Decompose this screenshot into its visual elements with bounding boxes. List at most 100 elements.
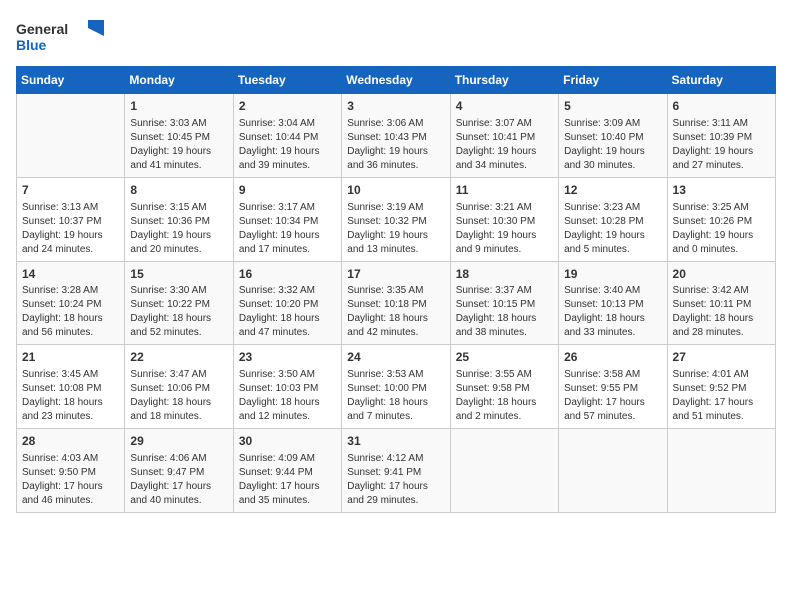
calendar-week-row: 21 Sunrise: 3:45 AM Sunset: 10:08 PM Dayl… <box>17 345 776 429</box>
calendar-table: SundayMondayTuesdayWednesdayThursdayFrid… <box>16 66 776 513</box>
day-number: 21 <box>22 349 119 366</box>
day-number: 1 <box>130 98 227 115</box>
calendar-cell <box>450 429 558 513</box>
calendar-cell: 6 Sunrise: 3:11 AM Sunset: 10:39 PM Dayli… <box>667 94 775 178</box>
calendar-cell: 27 Sunrise: 4:01 AM Sunset: 9:52 PM Dayli… <box>667 345 775 429</box>
calendar-cell: 25Sunrise: 3:55 AM Sunset: 9:58 PM Dayli… <box>450 345 558 429</box>
logo: GeneralBlue <box>16 16 106 56</box>
calendar-cell: 7 Sunrise: 3:13 AM Sunset: 10:37 PM Dayli… <box>17 177 125 261</box>
calendar-cell: 28 Sunrise: 4:03 AM Sunset: 9:50 PM Dayli… <box>17 429 125 513</box>
day-info: Sunrise: 4:09 AM Sunset: 9:44 PM Dayligh… <box>239 452 336 508</box>
day-info: Sunrise: 3:50 AM Sunset: 10:03 PM Daylig… <box>239 368 336 424</box>
calendar-header-row: SundayMondayTuesdayWednesdayThursdayFrid… <box>17 67 776 94</box>
day-number: 5 <box>564 98 661 115</box>
day-number: 4 <box>456 98 553 115</box>
day-info: Sunrise: 3:06 AM Sunset: 10:43 PM Daylig… <box>347 117 444 173</box>
calendar-cell: 13 Sunrise: 3:25 AM Sunset: 10:26 PM Dayl… <box>667 177 775 261</box>
day-info: Sunrise: 3:13 AM Sunset: 10:37 PM Daylig… <box>22 201 119 257</box>
day-number: 23 <box>239 349 336 366</box>
column-header-sunday: Sunday <box>17 67 125 94</box>
calendar-cell: 26 Sunrise: 3:58 AM Sunset: 9:55 PM Dayli… <box>559 345 667 429</box>
day-info: Sunrise: 3:30 AM Sunset: 10:22 PM Daylig… <box>130 284 227 340</box>
day-info: Sunrise: 4:03 AM Sunset: 9:50 PM Dayligh… <box>22 452 119 508</box>
calendar-cell: 31 Sunrise: 4:12 AM Sunset: 9:41 PM Dayli… <box>342 429 450 513</box>
day-info: Sunrise: 3:17 AM Sunset: 10:34 PM Daylig… <box>239 201 336 257</box>
day-info: Sunrise: 3:40 AM Sunset: 10:13 PM Daylig… <box>564 284 661 340</box>
calendar-week-row: 1Sunrise: 3:03 AM Sunset: 10:45 PM Dayli… <box>17 94 776 178</box>
calendar-cell: 10 Sunrise: 3:19 AM Sunset: 10:32 PM Dayl… <box>342 177 450 261</box>
day-number: 18 <box>456 266 553 283</box>
day-number: 7 <box>22 182 119 199</box>
calendar-cell: 18Sunrise: 3:37 AM Sunset: 10:15 PM Dayl… <box>450 261 558 345</box>
day-info: Sunrise: 3:55 AM Sunset: 9:58 PM Dayligh… <box>456 368 553 424</box>
day-number: 12 <box>564 182 661 199</box>
calendar-cell: 29 Sunrise: 4:06 AM Sunset: 9:47 PM Dayli… <box>125 429 233 513</box>
day-info: Sunrise: 3:11 AM Sunset: 10:39 PM Daylig… <box>673 117 770 173</box>
day-number: 16 <box>239 266 336 283</box>
day-info: Sunrise: 3:09 AM Sunset: 10:40 PM Daylig… <box>564 117 661 173</box>
day-number: 10 <box>347 182 444 199</box>
day-info: Sunrise: 3:45 AM Sunset: 10:08 PM Daylig… <box>22 368 119 424</box>
svg-text:Blue: Blue <box>16 37 47 53</box>
calendar-cell: 17Sunrise: 3:35 AM Sunset: 10:18 PM Dayl… <box>342 261 450 345</box>
day-number: 30 <box>239 433 336 450</box>
day-info: Sunrise: 3:28 AM Sunset: 10:24 PM Daylig… <box>22 284 119 340</box>
day-number: 28 <box>22 433 119 450</box>
calendar-cell: 8 Sunrise: 3:15 AM Sunset: 10:36 PM Dayli… <box>125 177 233 261</box>
day-number: 3 <box>347 98 444 115</box>
calendar-cell: 2Sunrise: 3:04 AM Sunset: 10:44 PM Dayli… <box>233 94 341 178</box>
day-number: 14 <box>22 266 119 283</box>
calendar-cell: 16Sunrise: 3:32 AM Sunset: 10:20 PM Dayl… <box>233 261 341 345</box>
calendar-cell: 23 Sunrise: 3:50 AM Sunset: 10:03 PM Dayl… <box>233 345 341 429</box>
calendar-cell: 20Sunrise: 3:42 AM Sunset: 10:11 PM Dayl… <box>667 261 775 345</box>
day-number: 17 <box>347 266 444 283</box>
svg-text:General: General <box>16 21 68 37</box>
day-number: 9 <box>239 182 336 199</box>
day-info: Sunrise: 3:58 AM Sunset: 9:55 PM Dayligh… <box>564 368 661 424</box>
calendar-cell: 21 Sunrise: 3:45 AM Sunset: 10:08 PM Dayl… <box>17 345 125 429</box>
calendar-week-row: 28 Sunrise: 4:03 AM Sunset: 9:50 PM Dayli… <box>17 429 776 513</box>
day-number: 31 <box>347 433 444 450</box>
day-info: Sunrise: 3:07 AM Sunset: 10:41 PM Daylig… <box>456 117 553 173</box>
day-info: Sunrise: 3:25 AM Sunset: 10:26 PM Daylig… <box>673 201 770 257</box>
day-info: Sunrise: 4:06 AM Sunset: 9:47 PM Dayligh… <box>130 452 227 508</box>
day-info: Sunrise: 3:15 AM Sunset: 10:36 PM Daylig… <box>130 201 227 257</box>
day-info: Sunrise: 4:01 AM Sunset: 9:52 PM Dayligh… <box>673 368 770 424</box>
day-number: 22 <box>130 349 227 366</box>
calendar-cell: 4 Sunrise: 3:07 AM Sunset: 10:41 PM Dayli… <box>450 94 558 178</box>
day-info: Sunrise: 3:32 AM Sunset: 10:20 PM Daylig… <box>239 284 336 340</box>
logo-svg: GeneralBlue <box>16 16 106 56</box>
day-number: 15 <box>130 266 227 283</box>
calendar-cell <box>667 429 775 513</box>
day-number: 8 <box>130 182 227 199</box>
column-header-tuesday: Tuesday <box>233 67 341 94</box>
day-info: Sunrise: 3:23 AM Sunset: 10:28 PM Daylig… <box>564 201 661 257</box>
calendar-cell: 14Sunrise: 3:28 AM Sunset: 10:24 PM Dayl… <box>17 261 125 345</box>
column-header-thursday: Thursday <box>450 67 558 94</box>
column-header-monday: Monday <box>125 67 233 94</box>
calendar-cell: 5 Sunrise: 3:09 AM Sunset: 10:40 PM Dayli… <box>559 94 667 178</box>
calendar-week-row: 7 Sunrise: 3:13 AM Sunset: 10:37 PM Dayli… <box>17 177 776 261</box>
day-number: 29 <box>130 433 227 450</box>
day-number: 6 <box>673 98 770 115</box>
day-number: 11 <box>456 182 553 199</box>
calendar-cell: 12 Sunrise: 3:23 AM Sunset: 10:28 PM Dayl… <box>559 177 667 261</box>
day-info: Sunrise: 4:12 AM Sunset: 9:41 PM Dayligh… <box>347 452 444 508</box>
day-info: Sunrise: 3:19 AM Sunset: 10:32 PM Daylig… <box>347 201 444 257</box>
calendar-cell <box>559 429 667 513</box>
calendar-cell: 1Sunrise: 3:03 AM Sunset: 10:45 PM Dayli… <box>125 94 233 178</box>
calendar-cell: 24Sunrise: 3:53 AM Sunset: 10:00 PM Dayl… <box>342 345 450 429</box>
day-number: 26 <box>564 349 661 366</box>
day-number: 13 <box>673 182 770 199</box>
column-header-wednesday: Wednesday <box>342 67 450 94</box>
day-number: 19 <box>564 266 661 283</box>
day-info: Sunrise: 3:21 AM Sunset: 10:30 PM Daylig… <box>456 201 553 257</box>
day-number: 27 <box>673 349 770 366</box>
day-number: 24 <box>347 349 444 366</box>
calendar-cell: 19Sunrise: 3:40 AM Sunset: 10:13 PM Dayl… <box>559 261 667 345</box>
column-header-friday: Friday <box>559 67 667 94</box>
day-info: Sunrise: 3:37 AM Sunset: 10:15 PM Daylig… <box>456 284 553 340</box>
calendar-cell: 22Sunrise: 3:47 AM Sunset: 10:06 PM Dayl… <box>125 345 233 429</box>
day-info: Sunrise: 3:04 AM Sunset: 10:44 PM Daylig… <box>239 117 336 173</box>
day-info: Sunrise: 3:42 AM Sunset: 10:11 PM Daylig… <box>673 284 770 340</box>
